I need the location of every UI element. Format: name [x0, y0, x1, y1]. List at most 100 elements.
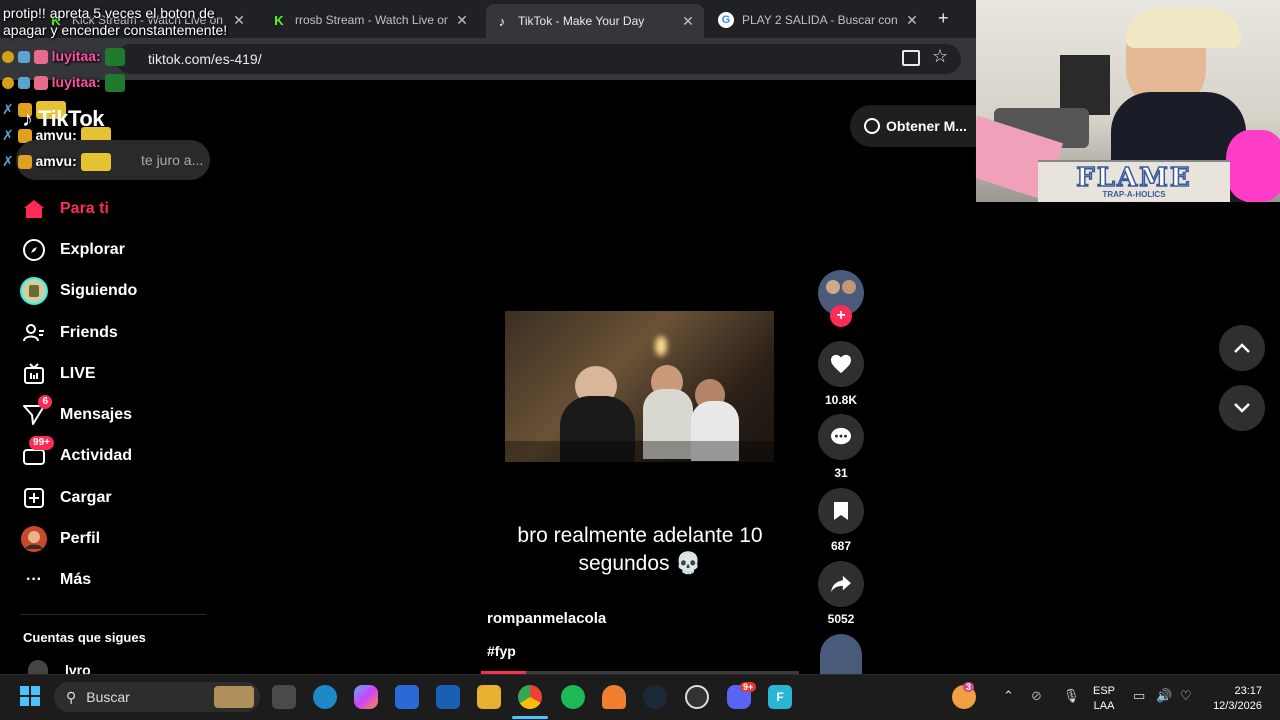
microphone-icon[interactable]: 🎙 [1063, 688, 1080, 704]
video-author[interactable]: rompanmelacola [487, 610, 606, 627]
obs-icon[interactable] [685, 685, 709, 709]
close-icon[interactable]: ✕ [680, 13, 696, 30]
steam-icon[interactable] [643, 685, 667, 709]
chat-line: luyitaa: [2, 74, 125, 93]
nav-label: Cargar [60, 489, 112, 506]
nav-friends[interactable]: Friends [20, 318, 118, 348]
nav-mensajes[interactable]: 6 Mensajes [20, 395, 133, 430]
comment-icon [831, 427, 851, 445]
lamp-light [655, 336, 667, 356]
tray-chevron-icon[interactable]: ⌃ [1003, 688, 1014, 704]
nav-explorar[interactable]: Explorar [20, 235, 125, 265]
tiktok-icon: ♪ [498, 13, 506, 29]
nav-cargar[interactable]: Cargar [20, 483, 112, 513]
live-icon [20, 360, 48, 388]
activity-badge: 99+ [29, 436, 54, 450]
tab-rrosb-stream[interactable]: K rrosb Stream - Watch Live on Ki ✕ [263, 6, 478, 34]
app-f-icon[interactable]: F [768, 685, 792, 709]
save-button[interactable] [818, 488, 864, 534]
url-input[interactable]: tiktok.com/es-419/ [116, 44, 961, 74]
clock-time: 23:17 [1234, 685, 1262, 697]
activity-icon: 99+ [20, 436, 54, 470]
nav-label: Mensajes [60, 406, 133, 423]
tab-tiktok[interactable]: ♪ TikTok - Make Your Day ✕ [486, 4, 704, 38]
get-app-button[interactable]: Obtener M... [850, 105, 976, 147]
share-button[interactable] [818, 561, 864, 607]
copilot-icon[interactable] [354, 685, 378, 709]
edge-icon[interactable] [313, 685, 337, 709]
clock[interactable]: 23:17 12/3/2026 [1206, 684, 1262, 714]
follow-plus-button[interactable]: + [830, 305, 852, 327]
bookmark-star-icon[interactable]: ☆ [932, 46, 948, 67]
kick-icon: K [274, 12, 284, 28]
heart-icon [831, 354, 851, 374]
comment-button[interactable] [818, 414, 864, 460]
install-app-icon[interactable] [902, 50, 920, 66]
tab-google-search[interactable]: G PLAY 2 SALIDA - Buscar con Go ✕ [710, 6, 928, 34]
next-creator-avatar[interactable] [820, 634, 862, 674]
taskbar-search[interactable]: ⚲ Buscar [54, 682, 260, 712]
nav-perfil[interactable]: Perfil [20, 524, 100, 554]
clock-date: 12/3/2026 [1213, 700, 1262, 712]
nav-label: Más [60, 571, 92, 588]
previous-video-button[interactable] [1219, 325, 1265, 371]
avatar [28, 660, 48, 674]
video-thumbnail[interactable] [505, 311, 774, 462]
badge-icon [2, 77, 14, 90]
file-explorer-icon[interactable] [477, 685, 501, 709]
spotify-icon[interactable] [561, 685, 585, 709]
messages-icon: 6 [20, 395, 52, 429]
like-button[interactable] [818, 341, 864, 387]
windows-start-icon[interactable] [20, 686, 40, 706]
nav-para-ti[interactable]: Para ti [20, 194, 109, 224]
start-pane [20, 686, 29, 695]
tab-title: PLAY 2 SALIDA - Buscar con Go [742, 13, 898, 27]
table-edge [505, 441, 774, 462]
divider [20, 614, 206, 615]
language-indicator[interactable]: ESP LAA [1093, 684, 1115, 714]
hidden-icon[interactable]: ⊘ [1031, 688, 1042, 704]
url-text: tiktok.com/es-419/ [148, 51, 262, 67]
nav-live[interactable]: LIVE [20, 359, 96, 389]
new-tab-button[interactable]: + [938, 8, 949, 29]
language-code: ESP [1093, 685, 1116, 697]
chevron-down-icon [1234, 403, 1250, 413]
nav-label: Actividad [60, 447, 133, 464]
nav-siguiendo[interactable]: Siguiendo [20, 276, 137, 306]
task-view-icon[interactable] [272, 685, 296, 709]
close-icon[interactable]: ✕ [454, 12, 470, 29]
active-app-indicator [512, 716, 548, 719]
more-icon: ··· [26, 571, 42, 588]
network-icon[interactable]: ▭ [1133, 688, 1145, 704]
following-accounts-header: Cuentas que sigues [23, 630, 146, 645]
close-icon[interactable]: ✕ [904, 12, 920, 29]
tab-title: TikTok - Make Your Day [518, 14, 645, 28]
nav-actividad[interactable]: 99+ Actividad [20, 436, 133, 471]
home-icon [20, 195, 48, 223]
share-count: 5052 [827, 612, 855, 626]
cloud-app-icon[interactable] [602, 685, 626, 709]
badge-icon [17, 155, 32, 170]
store-icon[interactable] [395, 685, 419, 709]
nav-mas[interactable]: ··· Más [20, 565, 91, 595]
flame-banner: FLAME TRAP-A-HOLICS [1038, 160, 1230, 202]
following-icon [20, 277, 48, 305]
nav-label: Para ti [60, 200, 109, 217]
outlook-icon[interactable] [436, 685, 460, 709]
google-icon: G [718, 12, 734, 28]
comment-count: 31 [834, 466, 848, 480]
like-count: 10.8K [824, 393, 858, 407]
sword-icon: ✗ [2, 153, 14, 169]
battery-icon[interactable]: ♡ [1180, 688, 1192, 704]
volume-icon[interactable]: 🔊 [1156, 688, 1172, 704]
share-icon [831, 575, 851, 593]
video-hashtag[interactable]: #fyp [487, 643, 516, 659]
messages-badge: 6 [38, 395, 52, 409]
next-video-button[interactable] [1219, 385, 1265, 431]
avatar-face [826, 280, 840, 294]
search-highlight-icon [214, 686, 254, 708]
get-app-label: Obtener M... [886, 118, 967, 134]
nav-label: Siguiendo [60, 282, 138, 299]
chrome-icon[interactable] [518, 685, 542, 709]
discord-badge: 9+ [740, 682, 757, 692]
